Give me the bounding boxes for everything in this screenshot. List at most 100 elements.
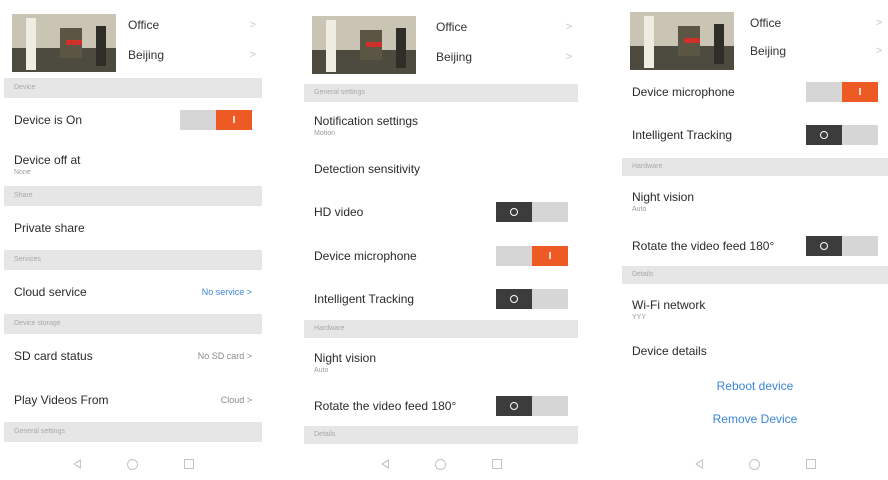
intelligent-tracking-row: Intelligent Tracking [622,112,888,158]
hd-video-label: HD video [314,205,364,219]
night-vision-value: Auto [314,366,329,374]
night-vision-value: Auto [632,205,647,213]
intelligent-tracking-row: Intelligent Tracking [304,278,578,320]
location-row[interactable]: Office > [750,10,882,36]
back-icon[interactable] [694,459,703,469]
device-on-label: Device is On [14,113,83,127]
rotate-video-label: Rotate the video feed 180° [632,239,775,253]
device-microphone-toggle[interactable]: I [496,246,568,266]
toggle-ring-icon [820,131,828,139]
toggle-on-symbol: I [842,82,878,102]
device-off-at-row[interactable]: Device off at None [4,142,262,186]
rotate-video-row: Rotate the video feed 180° [622,226,888,266]
city-row[interactable]: Beijing > [436,44,572,70]
detection-sensitivity-label: Detection sensitivity [314,162,421,176]
chevron-right-icon: > [249,49,256,61]
device-off-at-value: None [14,168,31,176]
camera-thumbnail[interactable] [12,14,116,72]
device-microphone-label: Device microphone [314,249,417,263]
location-row[interactable]: Office > [128,12,256,38]
location-label: Office [128,18,160,32]
section-details: Details [622,266,888,284]
toggle-ring-icon [510,402,518,410]
detection-sensitivity-row[interactable]: Detection sensitivity [304,148,578,190]
chevron-right-icon: > [875,45,882,57]
city-row[interactable]: Beijing > [128,42,256,68]
camera-header: Office > Beijing > [304,0,578,84]
toggle-ring-icon [510,295,518,303]
toggle-on-symbol: I [532,246,568,266]
city-row[interactable]: Beijing > [750,38,882,64]
city-label: Beijing [436,50,473,64]
back-icon[interactable] [72,459,81,469]
toggle-ring-icon [510,208,518,216]
night-vision-label: Night vision [632,189,695,204]
intelligent-tracking-label: Intelligent Tracking [314,292,415,306]
wifi-network-row[interactable]: Wi-Fi network YYY [622,284,888,334]
section-hardware: Hardware [622,158,888,176]
section-general-settings: General settings [304,84,578,102]
section-services: Services [4,250,262,270]
reboot-device-button[interactable]: Reboot device [622,368,888,404]
android-nav-bar [304,448,578,480]
device-microphone-toggle[interactable]: I [806,82,878,102]
cloud-service-row[interactable]: Cloud service No service > [4,270,262,314]
city-label: Beijing [128,48,165,62]
device-details-label: Device details [632,344,707,358]
night-vision-row[interactable]: Night vision Auto [622,176,888,226]
chevron-right-icon: > [875,17,882,29]
sd-card-row[interactable]: SD card status No SD card > [4,334,262,378]
rotate-video-toggle[interactable] [806,236,878,256]
notification-settings-label: Notification settings [314,113,419,128]
cloud-service-label: Cloud service [14,285,87,299]
play-videos-row[interactable]: Play Videos From Cloud > [4,378,262,422]
recent-apps-icon[interactable] [805,459,816,469]
device-settings-screen-3: Office > Beijing > Device microphone I I… [622,0,888,480]
android-nav-bar [4,448,262,480]
device-on-toggle[interactable]: I [180,110,252,130]
night-vision-row[interactable]: Night vision Auto [304,338,578,386]
device-settings-screen-2: Office > Beijing > General settings Noti… [304,0,578,480]
play-videos-value: Cloud > [220,395,252,405]
camera-thumbnail[interactable] [630,12,734,70]
toggle-on-symbol: I [216,110,252,130]
city-label: Beijing [750,44,787,58]
section-share: Share [4,186,262,206]
section-device: Device [4,78,262,98]
camera-thumbnail[interactable] [312,16,416,74]
rotate-video-label: Rotate the video feed 180° [314,399,457,413]
wifi-network-label: Wi-Fi network [632,297,706,312]
device-microphone-label: Device microphone [632,85,735,99]
wifi-network-value: YYY [632,313,647,321]
intelligent-tracking-toggle[interactable] [496,289,568,309]
rotate-video-toggle[interactable] [496,396,568,416]
recent-apps-icon[interactable] [491,459,502,469]
remove-device-button[interactable]: Remove Device [622,404,888,434]
private-share-row[interactable]: Private share [4,206,262,250]
home-icon[interactable] [126,458,138,470]
location-row[interactable]: Office > [436,14,572,40]
rotate-video-row: Rotate the video feed 180° [304,386,578,426]
notification-settings-value: Motion [314,129,336,137]
cloud-service-value[interactable]: No service > [202,287,252,297]
intelligent-tracking-toggle[interactable] [806,125,878,145]
section-hardware: Hardware [304,320,578,338]
home-icon[interactable] [434,458,446,470]
device-off-at-label: Device off at [14,152,81,167]
device-microphone-row: Device microphone I [622,72,888,112]
device-on-row: Device is On I [4,98,262,142]
section-device-storage: Device storage [4,314,262,334]
location-label: Office [436,20,468,34]
device-microphone-row: Device microphone I [304,234,578,278]
notification-settings-row[interactable]: Notification settings Motion [304,102,578,148]
back-icon[interactable] [380,459,389,469]
section-general-settings: General settings [4,422,262,442]
home-icon[interactable] [748,458,760,470]
sd-card-value: No SD card > [197,351,252,361]
recent-apps-icon[interactable] [183,459,194,469]
sd-card-label: SD card status [14,349,93,363]
hd-video-toggle[interactable] [496,202,568,222]
section-details: Details [304,426,578,444]
play-videos-label: Play Videos From [14,393,109,407]
device-details-row[interactable]: Device details [622,334,888,368]
